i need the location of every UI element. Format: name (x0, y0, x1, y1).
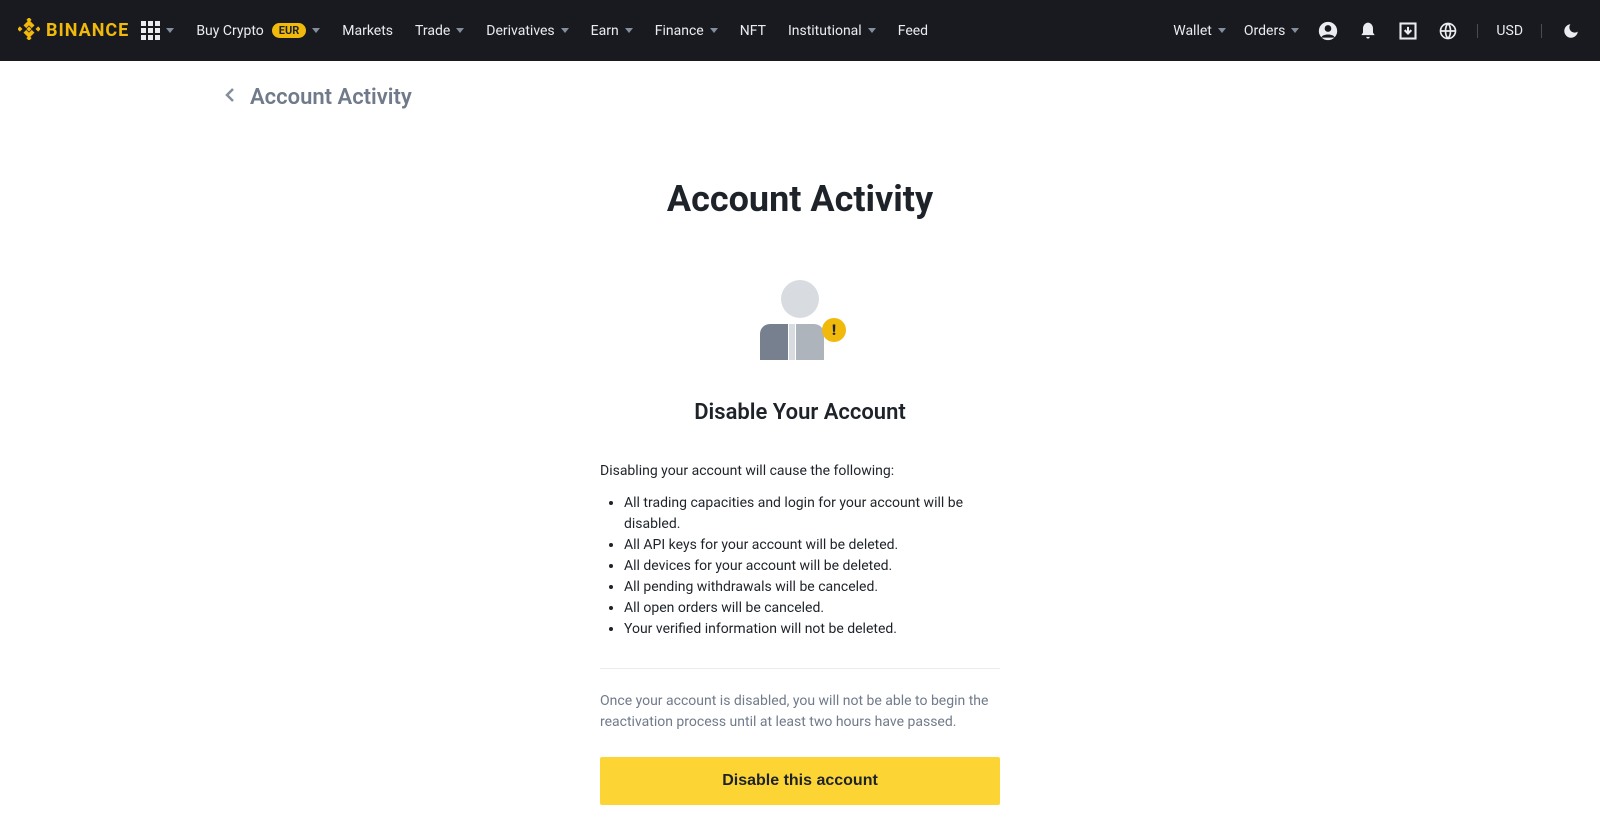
nav-label: Earn (591, 23, 619, 39)
nav-label: Institutional (788, 23, 862, 39)
nav-label: Trade (415, 23, 450, 39)
chevron-down-icon (868, 28, 876, 33)
nav-label: Buy Crypto (196, 23, 263, 39)
nav-label: Orders (1244, 23, 1286, 39)
list-item: All open orders will be canceled. (624, 598, 1000, 619)
chevron-down-icon (625, 28, 633, 33)
binance-logo-icon (18, 18, 40, 44)
chevron-down-icon (166, 28, 174, 33)
currency-selector[interactable]: USD (1496, 23, 1523, 39)
chevron-down-icon (1291, 28, 1299, 33)
section-title: Disable Your Account (600, 400, 1000, 425)
account-warning-illustration: ! (760, 280, 840, 360)
nav-wallet[interactable]: Wallet (1173, 23, 1226, 39)
page-title: Account Activity (500, 178, 1100, 220)
grid-icon (141, 21, 160, 40)
nav-orders[interactable]: Orders (1244, 23, 1300, 39)
chevron-down-icon (710, 28, 718, 33)
warning-badge-icon: ! (822, 318, 846, 342)
breadcrumb: Account Activity (224, 61, 1376, 118)
chevron-down-icon (312, 28, 320, 33)
nav-label: NFT (740, 23, 766, 39)
brand-text: BINANCE (46, 20, 129, 41)
download-icon[interactable] (1397, 20, 1419, 42)
back-button[interactable] (224, 87, 236, 108)
list-item: Your verified information will not be de… (624, 619, 1000, 640)
chevron-down-icon (456, 28, 464, 33)
chevron-down-icon (561, 28, 569, 33)
nav-trade[interactable]: Trade (415, 23, 464, 39)
currency-label: USD (1496, 23, 1523, 39)
list-item: All API keys for your account will be de… (624, 535, 1000, 556)
nav-label: Markets (342, 23, 393, 39)
divider (1541, 24, 1542, 38)
apps-menu[interactable] (141, 21, 174, 40)
language-icon[interactable] (1437, 20, 1459, 42)
nav-finance[interactable]: Finance (655, 23, 718, 39)
chevron-left-icon (224, 87, 236, 103)
chevron-down-icon (1218, 28, 1226, 33)
nav-label: Finance (655, 23, 704, 39)
theme-toggle-icon[interactable] (1560, 20, 1582, 42)
intro-text: Disabling your account will cause the fo… (600, 463, 1000, 479)
nav-buy-crypto[interactable]: Buy Crypto EUR (196, 23, 320, 39)
notifications-icon[interactable] (1357, 20, 1379, 42)
list-item: All trading capacities and login for you… (624, 493, 1000, 535)
nav-nft[interactable]: NFT (740, 23, 766, 39)
list-item: All devices for your account will be del… (624, 556, 1000, 577)
list-item: All pending withdrawals will be canceled… (624, 577, 1000, 598)
brand-logo[interactable]: BINANCE (18, 18, 129, 44)
nav-label: Feed (898, 23, 928, 39)
nav-label: Derivatives (486, 23, 554, 39)
nav-label: Wallet (1173, 23, 1212, 39)
breadcrumb-title: Account Activity (250, 85, 412, 110)
divider (1477, 24, 1478, 38)
nav-feed[interactable]: Feed (898, 23, 928, 39)
currency-badge: EUR (272, 23, 307, 38)
top-navbar: BINANCE Buy Crypto EUR Markets Trade Der… (0, 0, 1600, 61)
nav-markets[interactable]: Markets (342, 23, 393, 39)
nav-institutional[interactable]: Institutional (788, 23, 876, 39)
account-icon[interactable] (1317, 20, 1339, 42)
disable-account-button[interactable]: Disable this account (600, 757, 1000, 805)
reactivation-note: Once your account is disabled, you will … (600, 691, 1000, 733)
consequence-list: All trading capacities and login for you… (600, 493, 1000, 640)
nav-earn[interactable]: Earn (591, 23, 633, 39)
nav-derivatives[interactable]: Derivatives (486, 23, 568, 39)
divider (600, 668, 1000, 669)
